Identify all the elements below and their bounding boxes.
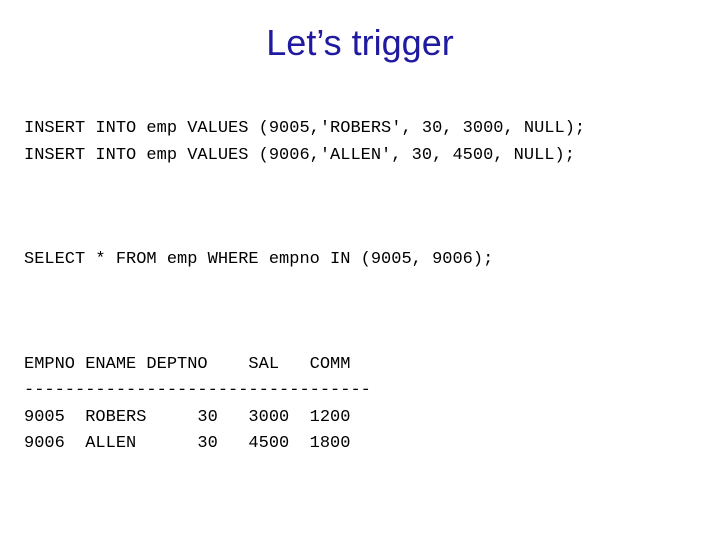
result-row-2: 9006 ALLEN 30 4500 1800 bbox=[24, 434, 350, 453]
code-insert-2: INSERT INTO emp VALUES (9006,'ALLEN', 30… bbox=[24, 146, 575, 165]
result-header: EMPNO ENAME DEPTNO SAL COMM bbox=[24, 355, 350, 374]
code-insert-1: INSERT INTO emp VALUES (9005,'ROBERS', 3… bbox=[24, 119, 585, 138]
slide: Let’s trigger INSERT INTO emp VALUES (90… bbox=[0, 0, 720, 540]
spacer bbox=[24, 274, 696, 326]
slide-title: Let’s trigger bbox=[24, 22, 696, 64]
result-divider: ---------------------------------- bbox=[24, 381, 371, 400]
spacer bbox=[24, 169, 696, 221]
result-row-1: 9005 ROBERS 30 3000 1200 bbox=[24, 408, 350, 427]
code-block: INSERT INTO emp VALUES (9005,'ROBERS', 3… bbox=[24, 90, 696, 457]
code-select: SELECT * FROM emp WHERE empno IN (9005, … bbox=[24, 250, 493, 269]
